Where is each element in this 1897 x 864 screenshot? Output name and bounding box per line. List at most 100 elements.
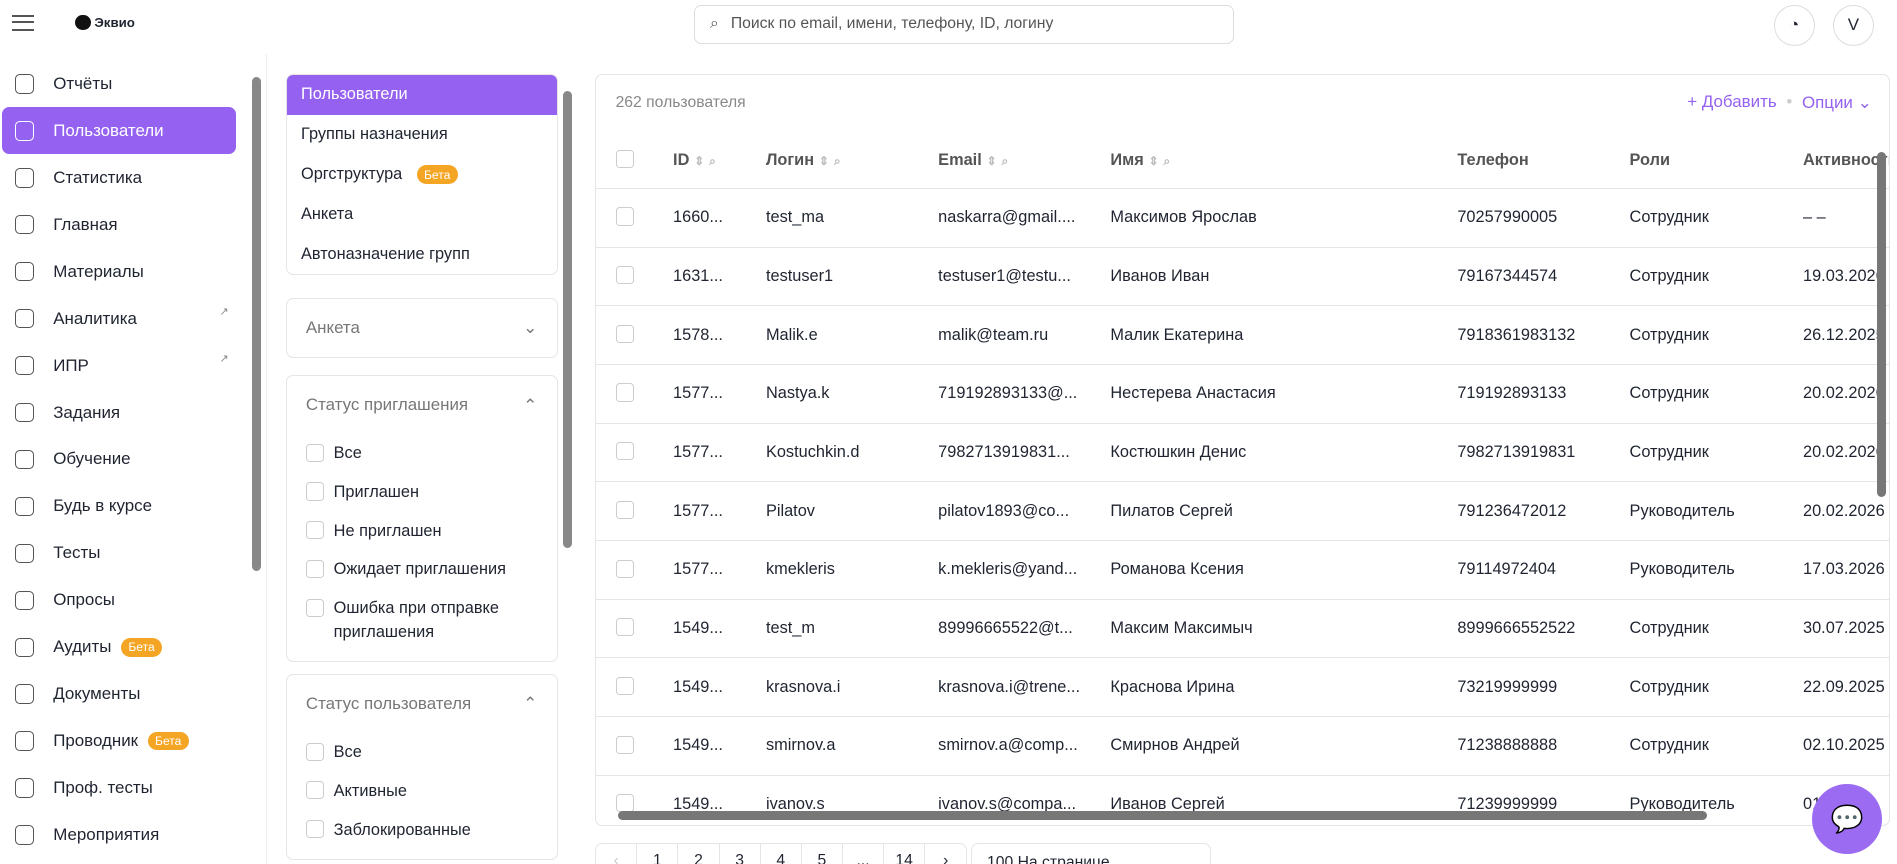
- page-button[interactable]: 5: [802, 844, 843, 864]
- column-header[interactable]: Имя ⇕ ⌕: [1110, 132, 1458, 189]
- filter-anketa[interactable]: Анкета ⌄: [285, 297, 558, 358]
- next-page-button[interactable]: ›: [925, 844, 966, 864]
- subnav-item[interactable]: Оргструктура Бета: [287, 155, 557, 195]
- checkbox[interactable]: [305, 781, 324, 800]
- sort-icon[interactable]: ⇕: [694, 154, 704, 168]
- sort-icon[interactable]: ⇕: [819, 154, 829, 168]
- page-button[interactable]: 2: [678, 844, 720, 864]
- menu-icon[interactable]: [12, 14, 34, 32]
- column-header[interactable]: Логин ⇕ ⌕: [765, 132, 939, 189]
- row-checkbox[interactable]: [615, 266, 634, 285]
- checkbox[interactable]: [305, 482, 324, 501]
- sidebar-item[interactable]: Тесты: [2, 530, 236, 577]
- options-button[interactable]: Опции ⌄: [1802, 92, 1872, 113]
- page-button[interactable]: ...: [843, 844, 885, 864]
- column-header[interactable]: Телефон: [1457, 132, 1630, 189]
- history-icon[interactable]: ◔: [1773, 4, 1815, 46]
- table-row[interactable]: 1577... Nastya.k 719192893133@... Нестерева…: [596, 364, 1889, 424]
- table-row[interactable]: 1577... Kostuchkin.d 7982713919831... Костю…: [596, 423, 1889, 483]
- filters-scrollbar[interactable]: [562, 90, 573, 549]
- subnav-item[interactable]: Пользователи: [286, 74, 557, 115]
- table-row[interactable]: 1549... smirnov.a smirnov.a@comp... Смирнов…: [596, 716, 1889, 776]
- table-row[interactable]: 1549... test_m 89996665522@t... Максим Макс…: [596, 599, 1889, 659]
- sidebar-item[interactable]: Задания: [2, 389, 236, 436]
- sidebar-item[interactable]: Будь в курсе: [2, 483, 236, 530]
- filter-checkbox[interactable]: Все: [287, 434, 557, 473]
- table-row[interactable]: 1549... krasnova.i krasnova.i@trene... Крас…: [596, 657, 1889, 718]
- sidebar-item[interactable]: ИПР ↗: [2, 342, 236, 389]
- sidebar-item[interactable]: Обучение: [2, 436, 236, 483]
- search-input[interactable]: ⌕ Поиск по email, имени, телефону, ID, ло…: [694, 4, 1234, 44]
- page-button[interactable]: 1: [637, 844, 679, 864]
- sidebar-item[interactable]: Отчёты: [2, 60, 236, 107]
- row-checkbox[interactable]: [615, 442, 634, 461]
- sidebar-scrollbar[interactable]: [251, 77, 262, 572]
- table-row[interactable]: 1660... test_ma naskarra@gmail.... Максимов…: [596, 188, 1889, 248]
- chevron-up-icon[interactable]: ⌃: [523, 395, 537, 416]
- table-row[interactable]: 1631... testuser1 testuser1@testu... Иванов…: [596, 247, 1889, 307]
- table-row[interactable]: 1577... Pilatov pilatov1893@co... Пилатов С…: [596, 481, 1889, 542]
- row-checkbox[interactable]: [615, 618, 634, 637]
- page-button[interactable]: 3: [720, 844, 761, 864]
- checkbox[interactable]: [305, 443, 324, 462]
- sidebar-item[interactable]: Проф. тесты: [2, 765, 236, 812]
- logo[interactable]: Эквио: [75, 14, 135, 31]
- search-icon[interactable]: ⌕: [1002, 154, 1009, 168]
- add-button[interactable]: + Добавить: [1687, 92, 1776, 113]
- table-cell: Kostuchkin.d: [765, 423, 939, 483]
- row-checkbox[interactable]: [615, 500, 634, 519]
- select-all-checkbox[interactable]: [615, 150, 634, 169]
- filter-checkbox[interactable]: Заблокированные: [287, 810, 557, 849]
- search-icon[interactable]: ⌕: [709, 154, 716, 168]
- filter-checkbox[interactable]: Активные: [287, 772, 557, 811]
- subnav-item[interactable]: Группы назначения: [287, 115, 557, 155]
- row-checkbox[interactable]: [615, 676, 634, 695]
- filter-checkbox[interactable]: Не приглашен: [287, 512, 557, 551]
- per-page-select[interactable]: 100 На странице: [971, 843, 1211, 864]
- sidebar-item[interactable]: Статистика: [2, 154, 236, 201]
- table-row[interactable]: 1577... kmekleris k.mekleris@yand... Романо…: [596, 540, 1889, 600]
- sidebar-item[interactable]: Материалы: [2, 248, 236, 295]
- filter-checkbox[interactable]: Все: [287, 733, 557, 772]
- table-horizontal-scrollbar[interactable]: [617, 810, 1707, 821]
- filter-checkbox[interactable]: Ожидает приглашения: [287, 550, 557, 589]
- search-icon[interactable]: ⌕: [834, 154, 841, 168]
- sidebar-item[interactable]: Аналитика ↗: [2, 295, 236, 342]
- row-checkbox[interactable]: [615, 559, 634, 578]
- sort-icon[interactable]: ⇕: [987, 154, 997, 168]
- checkbox[interactable]: [305, 742, 324, 761]
- page-button[interactable]: 14: [884, 844, 926, 864]
- chevron-up-icon[interactable]: ⌃: [523, 693, 537, 714]
- row-checkbox[interactable]: [615, 735, 634, 754]
- sidebar-item[interactable]: Пользователи: [2, 107, 236, 155]
- subnav-item[interactable]: Анкета: [287, 195, 557, 235]
- sidebar-item[interactable]: Документы: [2, 671, 236, 718]
- sidebar-item[interactable]: Проводник Бета: [2, 718, 236, 765]
- page-button[interactable]: 4: [761, 844, 802, 864]
- subnav-item[interactable]: Автоназначение групп: [287, 234, 557, 274]
- column-header[interactable]: Email ⇕ ⌕: [938, 132, 1111, 189]
- row-checkbox[interactable]: [615, 794, 634, 813]
- row-checkbox[interactable]: [615, 207, 634, 226]
- checkbox[interactable]: [305, 559, 324, 578]
- row-checkbox[interactable]: [615, 383, 634, 402]
- column-header[interactable]: Роли: [1629, 132, 1803, 189]
- chat-button[interactable]: 💬: [1812, 783, 1883, 855]
- table-row[interactable]: 1578... Malik.e malik@team.ru Малик Екатери…: [596, 305, 1889, 366]
- search-icon[interactable]: ⌕: [1164, 154, 1171, 168]
- prev-page-button[interactable]: ‹: [596, 844, 638, 864]
- filter-checkbox[interactable]: Ошибка при отправке приглашения: [287, 589, 557, 652]
- table-vertical-scrollbar[interactable]: [1876, 152, 1887, 497]
- sidebar-item[interactable]: Опросы: [2, 577, 236, 624]
- sidebar-item[interactable]: Главная: [2, 201, 236, 248]
- sidebar-item[interactable]: Аудиты Бета: [2, 624, 236, 671]
- checkbox[interactable]: [305, 598, 324, 617]
- checkbox[interactable]: [305, 819, 324, 839]
- checkbox[interactable]: [305, 521, 324, 540]
- sort-icon[interactable]: ⇕: [1149, 154, 1159, 168]
- sidebar-item[interactable]: Мероприятия: [2, 811, 236, 858]
- column-header[interactable]: ID ⇕ ⌕: [673, 132, 766, 189]
- avatar[interactable]: V: [1832, 4, 1874, 46]
- filter-checkbox[interactable]: Приглашен: [287, 473, 557, 512]
- row-checkbox[interactable]: [615, 324, 634, 343]
